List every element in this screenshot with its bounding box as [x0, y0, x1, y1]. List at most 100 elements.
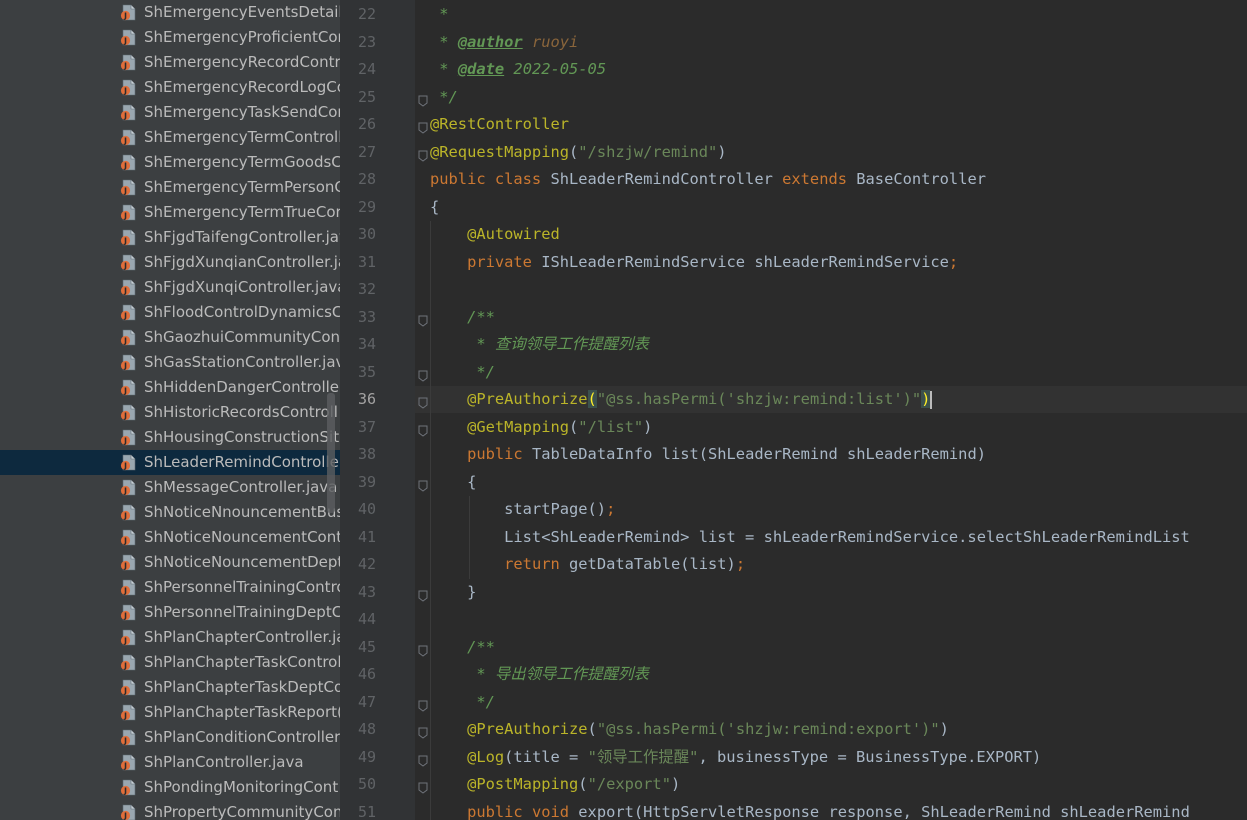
code-token: } [430, 582, 477, 601]
file-tree-item[interactable]: J ShPlanChapterController.ja [0, 625, 340, 650]
fold-marker-icon[interactable] [418, 312, 428, 327]
code-line: public TableDataInfo list(ShLeaderRemind… [430, 441, 986, 468]
code-token: TableDataInfo list(ShLeaderRemind shLead… [531, 445, 986, 463]
file-tree-item[interactable]: J ShPlanChapterTaskControll [0, 650, 340, 675]
code-token: "/list" [578, 417, 644, 436]
file-tree-item[interactable]: J ShEmergencyTaskSendCon [0, 100, 340, 125]
file-name-label: ShPlanConditionController [144, 728, 340, 746]
file-tree-item[interactable]: J ShEmergencyTermPersonC [0, 175, 340, 200]
code-token: ShLeaderRemindController [550, 170, 783, 188]
svg-text:J: J [123, 111, 127, 121]
file-tree-item[interactable]: J ShFjgdTaifengController.jav [0, 225, 340, 250]
file-name-label: ShLeaderRemindController [144, 453, 340, 471]
code-line: * 导出领导工作提醒列表 [430, 661, 648, 688]
code-token: private [467, 252, 542, 271]
file-tree-item[interactable]: J ShMessageController.java [0, 475, 340, 500]
svg-text:J: J [123, 611, 127, 621]
project-tree-scrollbar[interactable] [327, 393, 335, 513]
line-number: 25 [357, 87, 376, 106]
java-class-icon: J [120, 429, 137, 446]
code-token: /** [430, 307, 495, 326]
svg-text:J: J [123, 236, 127, 246]
file-tree-item[interactable]: J ShPondingMonitoringCont [0, 775, 340, 800]
file-tree-item[interactable]: J ShEmergencyTermTrueCor [0, 200, 340, 225]
svg-text:J: J [123, 186, 127, 196]
file-tree-item[interactable]: J ShPlanChapterTaskDeptCo [0, 675, 340, 700]
svg-text:J: J [123, 411, 127, 421]
fold-marker-icon[interactable] [418, 394, 428, 409]
file-tree-item[interactable]: J ShEmergencyProficientCor [0, 25, 340, 50]
code-line: /** [430, 304, 495, 331]
fold-marker-icon[interactable] [418, 752, 428, 767]
fold-marker-icon[interactable] [418, 422, 428, 437]
file-name-label: ShEmergencyRecordLogCo [144, 78, 340, 96]
fold-marker-icon[interactable] [418, 119, 428, 134]
file-tree-item[interactable]: J ShEmergencyRecordLogCo [0, 75, 340, 100]
code-token: public void [467, 802, 579, 820]
fold-marker-icon[interactable] [418, 642, 428, 657]
line-number: 28 [357, 170, 376, 188]
line-number: 29 [357, 197, 376, 216]
file-tree-item[interactable]: J ShFloodControlDynamicsC [0, 300, 340, 325]
file-tree-item[interactable]: J ShEmergencyEventsDetails [0, 0, 340, 25]
line-number: 24 [357, 60, 376, 78]
file-tree-item[interactable]: J ShGaozhuiCommunityCont [0, 325, 340, 350]
code-token: "/shzjw/remind" [578, 142, 718, 161]
code-line: return getDataTable(list); [430, 551, 745, 578]
file-name-label: ShPlanChapterTaskControll [144, 653, 340, 671]
file-name-label: ShEmergencyTermGoodsC [144, 153, 340, 171]
file-tree-item[interactable]: J ShLeaderRemindController [0, 450, 340, 475]
file-tree-item[interactable]: J ShPlanController.java [0, 750, 340, 775]
file-tree-item[interactable]: J ShPropertyCommunityCon [0, 800, 340, 820]
java-class-icon: J [120, 204, 137, 221]
line-number: 37 [357, 417, 376, 436]
file-tree-item[interactable]: J ShPersonnelTrainingContro [0, 575, 340, 600]
file-name-label: ShEmergencyRecordContro [144, 53, 340, 71]
svg-text:J: J [123, 686, 127, 696]
file-tree-item[interactable]: J ShHiddenDangerController [0, 375, 340, 400]
file-tree-item[interactable]: J ShGasStationController.java [0, 350, 340, 375]
file-tree-item[interactable]: J ShPlanConditionController [0, 725, 340, 750]
file-tree-item[interactable]: J ShEmergencyTermControll [0, 125, 340, 150]
svg-text:J: J [123, 636, 127, 646]
fold-marker-icon[interactable] [418, 587, 428, 602]
code-line: startPage(); [430, 496, 615, 523]
code-editor[interactable]: * * @author ruoyi * @date 2022-05-05 */ @… [415, 0, 1247, 820]
svg-text:J: J [123, 86, 127, 96]
code-token: */ [430, 362, 495, 381]
java-class-icon: J [120, 579, 137, 596]
fold-marker-icon[interactable] [418, 779, 428, 794]
file-tree-item[interactable]: J ShPlanChapterTaskReport( [0, 700, 340, 725]
file-name-label: ShEmergencyTaskSendCon [144, 103, 340, 121]
fold-marker-icon[interactable] [418, 724, 428, 739]
file-tree-item[interactable]: J ShHistoricRecordsControll [0, 400, 340, 425]
file-tree-item[interactable]: J ShFjgdXunqianController.ja [0, 250, 340, 275]
file-tree-item[interactable]: J ShFjgdXunqiController.java [0, 275, 340, 300]
fold-marker-icon[interactable] [418, 92, 428, 107]
fold-marker-icon[interactable] [418, 147, 428, 162]
java-class-icon: J [120, 379, 137, 396]
file-tree-item[interactable]: J ShNoticeNnouncementBus [0, 500, 340, 525]
file-tree-item[interactable]: J ShHousingConstructionSite [0, 425, 340, 450]
file-tree-item[interactable]: J ShNoticeNouncementCont [0, 525, 340, 550]
file-name-label: ShEmergencyTermControll [144, 128, 340, 146]
fold-marker-icon[interactable] [418, 367, 428, 382]
code-token: return [504, 555, 570, 573]
file-tree-item[interactable]: J ShNoticeNouncementDept [0, 550, 340, 575]
line-number: 38 [357, 445, 376, 463]
file-tree-item[interactable]: J ShEmergencyTermGoodsC [0, 150, 340, 175]
file-tree-item[interactable]: J ShPersonnelTrainingDeptC [0, 600, 340, 625]
svg-text:J: J [123, 561, 127, 571]
line-number: 39 [357, 472, 376, 491]
code-token: ) [717, 142, 727, 161]
file-tree-item[interactable]: J ShEmergencyRecordContro [0, 50, 340, 75]
java-class-icon: J [120, 54, 137, 71]
fold-marker-icon[interactable] [418, 477, 428, 492]
svg-text:J: J [123, 61, 127, 71]
line-number: 51 [357, 802, 376, 820]
fold-marker-icon[interactable] [418, 697, 428, 712]
file-name-label: ShPersonnelTrainingContro [144, 578, 340, 596]
